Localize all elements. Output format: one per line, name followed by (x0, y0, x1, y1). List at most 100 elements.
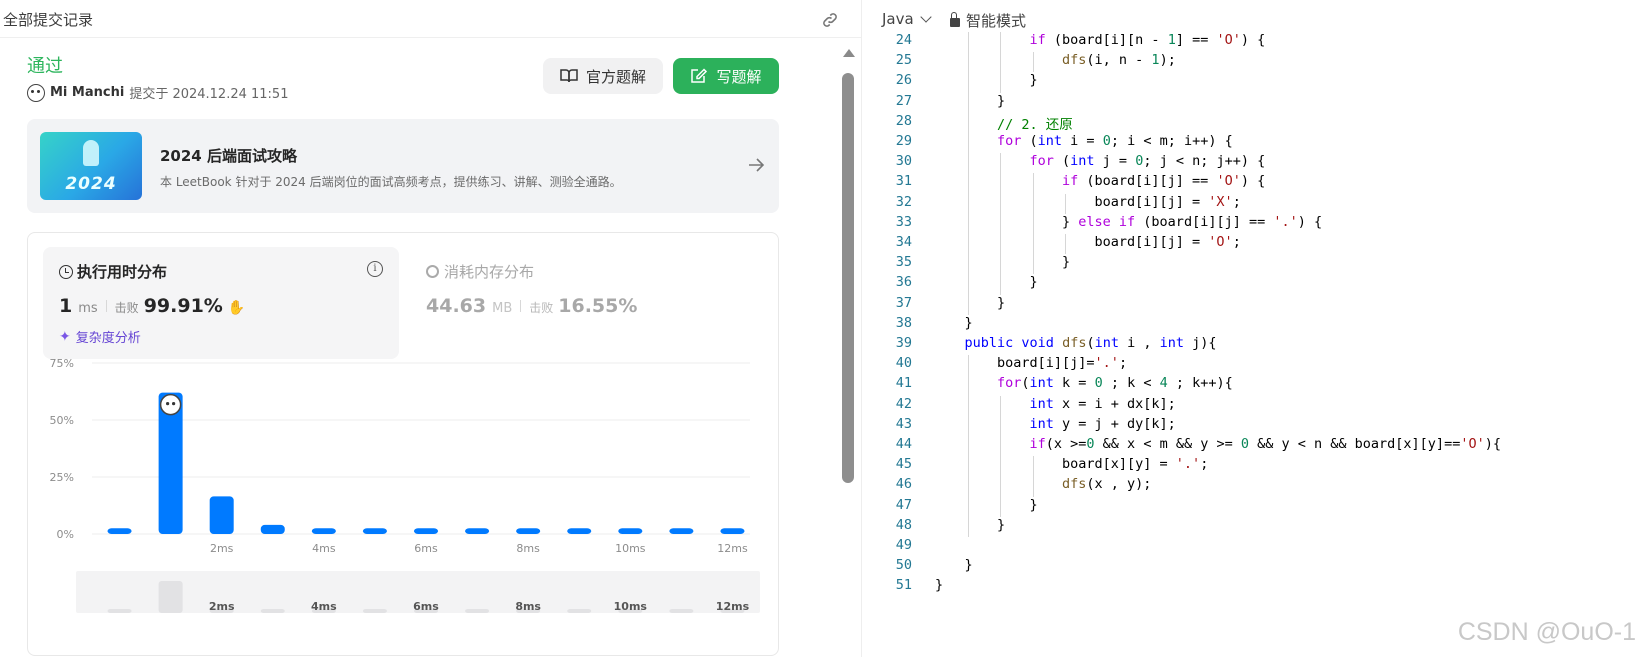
clap-icon: ✋ (227, 300, 246, 316)
code-line[interactable]: 36} (862, 274, 1638, 295)
code-text: board[i][j]='.'; (997, 355, 1128, 372)
line-number: 37 (895, 294, 912, 311)
book-icon (560, 69, 578, 83)
code-editor[interactable]: 24 if (board[i][n - 1] == 'O') {25 dfs(i, … (862, 32, 1638, 657)
language-selector[interactable]: Java (882, 10, 932, 28)
memory-distribution-tab[interactable]: 消耗内存分布 (426, 261, 534, 282)
indent-guide (1032, 234, 1034, 255)
code-line[interactable]: 40 board[i][j]='.'; (862, 355, 1638, 376)
line-number: 36 (895, 274, 912, 291)
code-line[interactable]: 28 // 2. 还原 (862, 112, 1638, 133)
scroll-up-arrow[interactable] (843, 49, 855, 57)
code-line[interactable]: 42 int x = i + dx[k]; (862, 395, 1638, 416)
code-line[interactable]: 35} (862, 254, 1638, 275)
code-line[interactable]: 32 board[i][j] = 'X'; (862, 193, 1638, 214)
write-solution-button[interactable]: 写题解 (673, 58, 779, 94)
code-line[interactable]: 45 board[x][y] = '.'; (862, 456, 1638, 477)
code-line[interactable]: 27} (862, 92, 1638, 113)
line-number: 47 (895, 496, 912, 513)
code-line[interactable]: 24 if (board[i][n - 1] == 'O') { (862, 32, 1638, 53)
code-line[interactable]: 43 int y = j + dy[k]; (862, 415, 1638, 436)
scroll-thumb[interactable] (842, 73, 854, 483)
runtime-distribution-tab[interactable]: 执行用时分布 i 1 ms 击败 99.91% ✋ ✦ 复杂度分析 (43, 247, 399, 359)
code-line[interactable]: 25 dfs(i, n - 1); (862, 52, 1638, 73)
code-text: int x = i + dx[k]; (1029, 395, 1176, 412)
indent-guide (1000, 52, 1001, 73)
code-line[interactable]: 46 dfs(x , y); (862, 476, 1638, 497)
code-text: board[i][j] = 'X'; (1094, 193, 1241, 210)
code-line[interactable]: 39 public void dfs(int i , int j){ (862, 335, 1638, 355)
smart-mode-toggle[interactable]: 智能模式 (950, 10, 1026, 31)
code-text: for (int i = 0; i < m; i++) { (997, 133, 1233, 149)
divider (105, 300, 107, 312)
link-icon[interactable] (820, 10, 840, 30)
arrow-right-icon (749, 158, 765, 172)
leetbook-cover: 2024 (40, 132, 142, 200)
code-line[interactable]: 50} (862, 557, 1638, 577)
code-line[interactable]: 30 for (int j = 0; j < n; j++) { (862, 153, 1638, 174)
avatar[interactable] (27, 83, 45, 102)
submitter-name[interactable]: Mi Manchi (50, 85, 124, 100)
histogram-bar (414, 528, 438, 534)
x-tick-label: 8ms (516, 542, 540, 555)
leetbook-card[interactable]: 2024 2024 后端面试攻略 本 LeetBook 针对于 2024 后端岗… (27, 119, 779, 213)
complexity-analysis-link[interactable]: ✦ 复杂度分析 (59, 327, 141, 347)
runtime-beat-percent: 99.91% (143, 295, 223, 317)
user-avatar-marker (159, 393, 182, 416)
line-number: 40 (895, 355, 912, 372)
line-number: 49 (895, 537, 912, 553)
submission-status: 通过 (27, 56, 63, 77)
code-line[interactable]: 41 for(int k = 0 ; k < 4 ; k++){ (862, 375, 1638, 396)
line-number: 31 (895, 173, 912, 190)
code-text: } (964, 314, 973, 331)
info-icon[interactable]: i (367, 261, 383, 277)
code-text: } (1029, 274, 1038, 291)
indent-guide (1000, 234, 1001, 255)
indent-guide (967, 133, 969, 154)
code-text: board[x][y] = '.'; (1062, 456, 1209, 473)
memory-number: 44.63 (426, 295, 487, 317)
minimap-x-tick-label: 6ms (413, 600, 439, 613)
line-number: 26 (895, 72, 912, 89)
code-line[interactable]: 47} (862, 496, 1638, 517)
code-line[interactable]: 44 if(x >=0 && x < m && y >= 0 && y < n &… (862, 436, 1638, 457)
chevron-down-icon (920, 11, 932, 23)
indent-guide (967, 375, 969, 396)
line-number: 44 (895, 436, 912, 452)
code-line[interactable]: 26} (862, 72, 1638, 93)
sparkle-icon: ✦ (59, 328, 71, 345)
indent-guide (1000, 415, 1001, 436)
scrollbar[interactable] (842, 49, 855, 489)
line-number: 35 (895, 254, 912, 271)
code-line[interactable]: 29 for (int i = 0; i < m; i++) { (862, 133, 1638, 154)
official-solution-label: 官方题解 (585, 67, 646, 86)
indent-guide (1065, 234, 1066, 255)
code-line[interactable]: 37} (862, 294, 1638, 315)
rocket-icon (83, 140, 99, 166)
code-line[interactable]: 34 board[i][j] = 'O'; (862, 234, 1638, 255)
code-line[interactable]: 31 if (board[i][j] == 'O') { (862, 173, 1638, 194)
code-line[interactable]: 51} (862, 577, 1638, 597)
minimap-x-tick-label: 8ms (515, 600, 541, 613)
official-solution-button[interactable]: 官方题解 (543, 58, 663, 94)
code-line[interactable]: 49 (862, 537, 1638, 557)
line-number: 41 (895, 375, 912, 392)
code-line[interactable]: 33} else if (board[i][j] == '.') { (862, 213, 1638, 234)
x-tick-label: 12ms (717, 542, 748, 555)
code-line[interactable]: 48} (862, 516, 1638, 537)
y-tick-label: 25% (50, 471, 74, 484)
code-text: dfs(x , y); (1062, 476, 1152, 493)
minimap-bar (567, 609, 592, 613)
code-line[interactable]: 38} (862, 315, 1638, 335)
indent-guide (967, 456, 969, 477)
line-number: 46 (895, 476, 912, 493)
indent-guide (967, 516, 969, 537)
avatar-eye (166, 402, 170, 406)
indent-guide (967, 395, 969, 416)
line-number: 25 (895, 52, 912, 69)
performance-card: 执行用时分布 i 1 ms 击败 99.91% ✋ ✦ 复杂度分析 消耗内存分布… (27, 232, 779, 656)
memory-chip-icon (426, 265, 439, 278)
all-submissions-title[interactable]: 全部提交记录 (3, 9, 93, 30)
indent-guide (1032, 193, 1034, 214)
line-number: 50 (895, 557, 912, 574)
